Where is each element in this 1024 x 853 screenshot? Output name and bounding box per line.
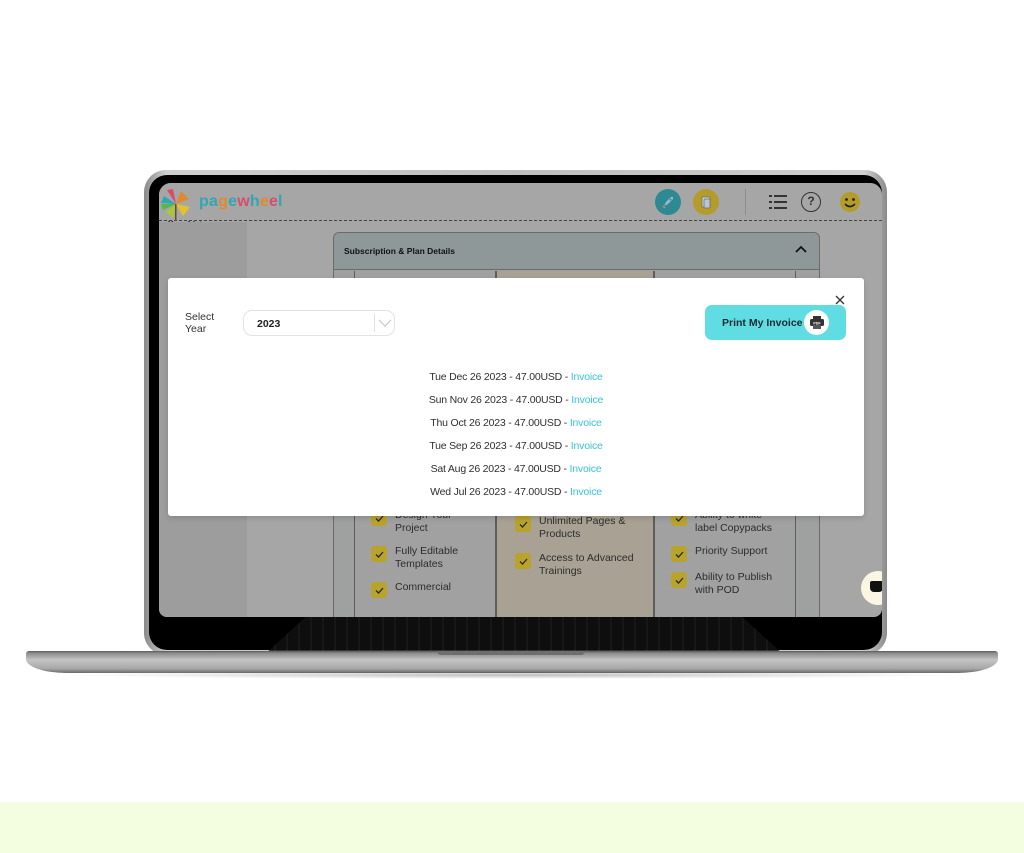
laptop-base-notch [437,651,585,655]
feature-item: Access to Advanced Trainings [515,552,644,578]
feature-item: Commercial [371,581,475,598]
select-year-label: Select Year [185,311,215,335]
invoice-link[interactable]: Invoice [570,486,602,498]
invoice-row-text: Tue Sep 26 2023 - 47.00USD - [429,440,571,452]
check-icon [515,553,531,569]
invoice-link[interactable]: Invoice [571,371,603,383]
help-icon[interactable]: ? [801,192,821,212]
invoice-row: Sun Nov 26 2023 - 47.00USD - Invoice [168,394,864,417]
feature-label: Ability to Publish with POD [695,571,773,596]
pdf-printer-icon: PDF [804,310,829,335]
chat-widget-button[interactable] [861,571,882,605]
check-icon [671,546,687,562]
invoice-link[interactable]: Invoice [571,440,603,452]
invoice-row-text: Sun Nov 26 2023 - 47.00USD - [428,394,572,406]
brand-letter: e [268,193,279,210]
invoice-link[interactable]: Invoice [571,394,603,406]
check-icon [371,582,387,598]
check-icon [671,572,687,588]
svg-text:PDF: PDF [813,321,821,325]
feature-item: Ability to Publish with POD [671,571,787,597]
pages-icon[interactable] [693,189,719,215]
header-divider [745,189,746,215]
app-header: pagewheel Your List ? [159,183,882,229]
feature-label: Access to Advanced Trainings [539,552,634,577]
brand-letter: e [259,193,269,210]
print-invoice-label: Print My Invoice [722,317,803,329]
brand-letter: p [199,193,209,210]
invoice-row: Wed Jul 26 2023 - 47.00USD - Invoice [168,486,864,509]
feature-item: Fully Editable Templates [371,545,475,571]
chevron-down-icon[interactable] [378,318,392,328]
smiley-icon[interactable] [839,191,861,213]
pinwheel-logo-icon [161,189,190,221]
list-icon[interactable] [769,194,787,210]
year-select-value: 2023 [257,318,281,330]
invoice-row-text: Tue Dec 26 2023 - 47.00USD - [429,371,571,383]
select-separator [374,314,375,332]
feature-item: Unlimited Pages & Products [515,515,639,541]
feature-label: Priority Support [695,545,768,557]
invoice-link[interactable]: Invoice [570,417,602,429]
invoice-row-text: Sat Aug 26 2023 - 47.00USD - [430,463,570,475]
panel-title: Subscription & Plan Details [344,246,455,256]
keyboard-reflection [264,617,784,655]
brand-wordmark: pagewheel [199,193,283,211]
feature-label: Unlimited Pages & Products [539,515,626,540]
brand-letter: g [218,193,229,210]
year-select[interactable]: 2023 [243,310,395,336]
invoice-row: Tue Sep 26 2023 - 47.00USD - Invoice [168,440,864,463]
check-icon [371,546,387,562]
check-icon [515,516,531,532]
invoice-row: Thu Oct 26 2023 - 47.00USD - Invoice [168,417,864,440]
rocket-icon[interactable] [655,189,681,215]
invoice-link[interactable]: Invoice [570,463,602,475]
feature-label: Commercial [395,581,452,593]
invoice-row: Sat Aug 26 2023 - 47.00USD - Invoice [168,463,864,486]
brand-letter: l [278,193,283,210]
brand-letter: e [228,193,238,210]
feature-label: Fully Editable Templates [395,545,459,570]
invoice-row-text: Wed Jul 26 2023 - 47.00USD - [430,486,571,498]
invoice-row: Tue Dec 26 2023 - 47.00USD - Invoice [168,371,864,394]
print-invoice-button[interactable]: Print My Invoice PDF [705,305,846,340]
feature-item: Priority Support [671,545,787,562]
invoice-modal: Select Year 2023 Print My Invoice PDF Tu… [168,278,864,516]
invoice-list: Tue Dec 26 2023 - 47.00USD - Invoice Sun … [168,371,864,509]
chevron-up-icon[interactable] [795,245,807,253]
marketing-stage: pagewheel Your List ? [0,0,1024,853]
footer-band [0,802,1024,853]
invoice-row-text: Thu Oct 26 2023 - 47.00USD - [430,417,570,429]
brand-letter: h [249,193,260,210]
panel-header[interactable]: Subscription & Plan Details [334,233,819,270]
brand-letter: a [208,193,219,210]
laptop-shadow [60,671,964,679]
brand-letter: w [237,193,250,210]
